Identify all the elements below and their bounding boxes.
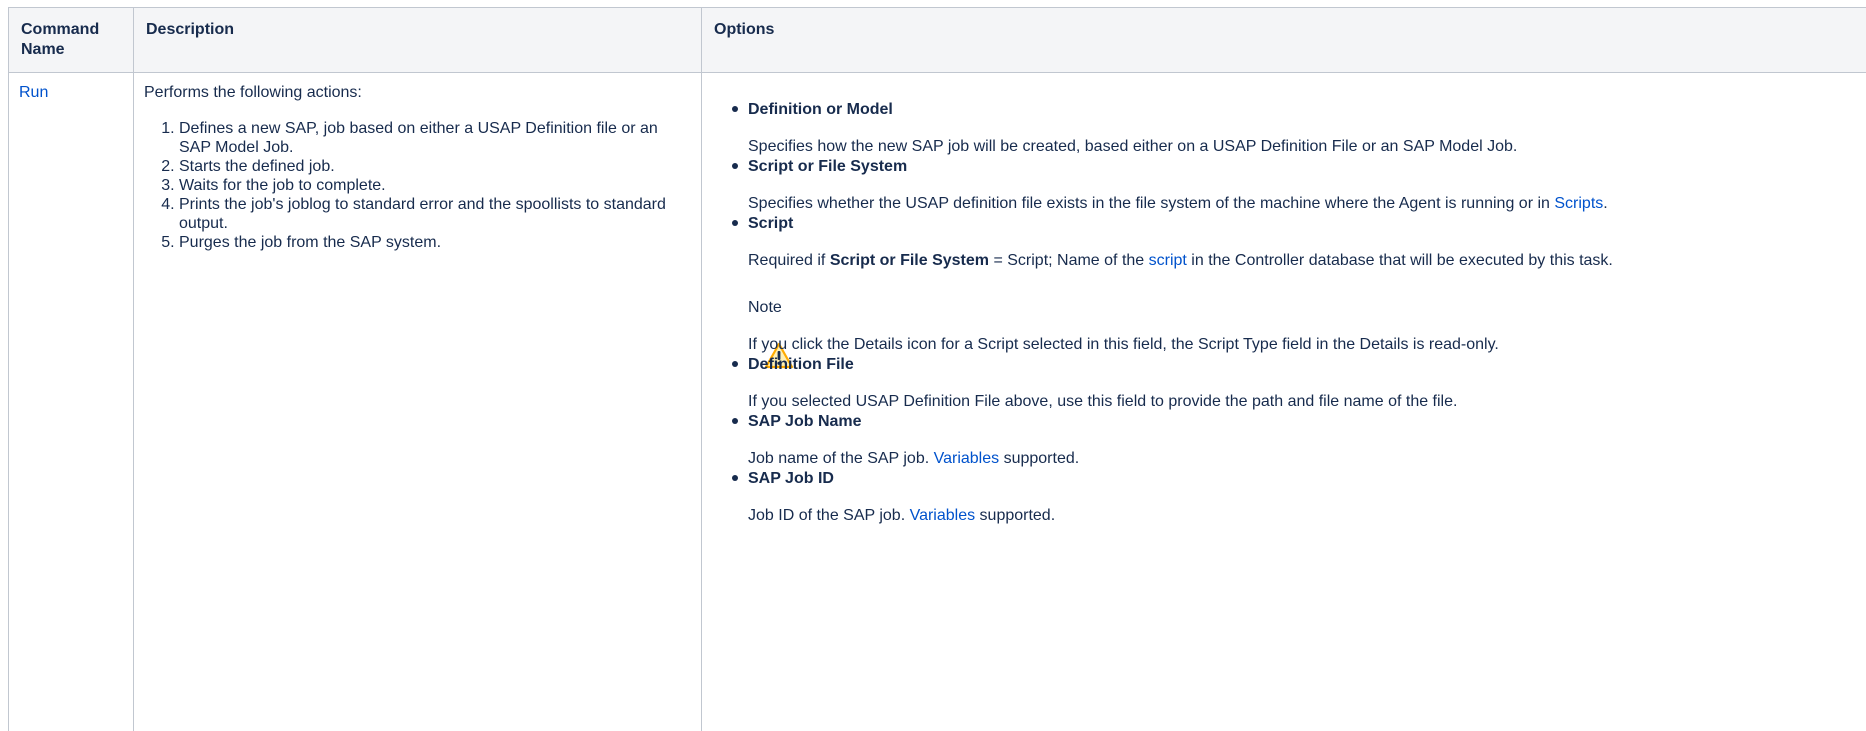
option-script: Script Required if Script or File System…	[714, 214, 1866, 369]
variables-link[interactable]: Variables	[934, 450, 1000, 467]
option-description: Job ID of the SAP job. Variables support…	[748, 506, 1866, 526]
option-title: Script or File System	[748, 158, 908, 175]
description-cell: Performs the following actions: Defines …	[133, 72, 702, 731]
option-text: Specifies whether the USAP definition fi…	[748, 195, 1555, 212]
option-definition-file: Definition File If you selected USAP Def…	[714, 355, 1866, 412]
option-title: SAP Job ID	[748, 470, 834, 487]
description-intro: Performs the following actions:	[144, 84, 362, 101]
option-bold-text: Script or File System	[829, 252, 989, 269]
table-header-row: Command Name Description Options	[8, 7, 1866, 73]
document-page: Command Name Description Options Run Per…	[0, 0, 1866, 731]
note-panel: Note If you click the Details icon for a…	[748, 298, 1866, 369]
option-description: Specifies whether the USAP definition fi…	[748, 194, 1866, 214]
step-item: Prints the job's joblog to standard erro…	[179, 195, 689, 233]
bullet-icon	[732, 361, 738, 367]
bullet-icon	[732, 475, 738, 481]
command-cell: Run	[8, 72, 134, 731]
header-description: Description	[133, 7, 702, 73]
option-sap-job-name: SAP Job Name Job name of the SAP job. Va…	[714, 412, 1866, 469]
option-text: = Script; Name of the	[989, 252, 1149, 269]
option-description: Required if Script or File System = Scri…	[748, 251, 1866, 271]
option-title: Definition or Model	[748, 101, 893, 118]
header-options: Options	[701, 7, 1866, 73]
bullet-icon	[732, 163, 738, 169]
step-item: Defines a new SAP, job based on either a…	[179, 119, 689, 157]
step-item: Purges the job from the SAP system.	[179, 233, 689, 252]
option-description: Job name of the SAP job. Variables suppo…	[748, 449, 1866, 469]
option-description: Specifies how the new SAP job will be cr…	[748, 138, 1518, 155]
header-command-name: Command Name	[8, 7, 134, 73]
variables-link[interactable]: Variables	[910, 507, 976, 524]
option-title: Script	[748, 215, 794, 232]
options-cell: Definition or Model Specifies how the ne…	[701, 72, 1866, 731]
command-run-link[interactable]: Run	[19, 84, 48, 101]
table-row: Run Performs the following actions: Defi…	[8, 72, 1866, 731]
steps-list: Defines a new SAP, job based on either a…	[144, 119, 689, 252]
options-list: Definition or Model Specifies how the ne…	[714, 100, 1866, 526]
bullet-icon	[732, 106, 738, 112]
bullet-icon	[732, 220, 738, 226]
option-script-or-file-system: Script or File System Specifies whether …	[714, 157, 1866, 214]
option-text: .	[1603, 195, 1608, 212]
option-text: supported.	[999, 450, 1080, 467]
option-text: supported.	[975, 507, 1056, 524]
commands-table: Command Name Description Options Run Per…	[8, 7, 1866, 731]
note-body: If you click the Details icon for a Scri…	[748, 335, 1866, 369]
option-text: Required if	[748, 252, 830, 269]
option-sap-job-id: SAP Job ID Job ID of the SAP job. Variab…	[714, 469, 1866, 526]
note-text: If you click the Details icon for a Scri…	[748, 336, 1499, 353]
bullet-icon	[732, 418, 738, 424]
option-title: SAP Job Name	[748, 413, 862, 430]
option-description: If you selected USAP Definition File abo…	[748, 393, 1458, 410]
step-item: Starts the defined job.	[179, 157, 689, 176]
option-text: in the Controller database that will be …	[1186, 252, 1613, 269]
option-title: Definition File	[748, 356, 854, 373]
option-text: Job ID of the SAP job.	[748, 507, 910, 524]
option-definition-or-model: Definition or Model Specifies how the ne…	[714, 100, 1866, 157]
note-title: Note	[748, 299, 782, 316]
script-link[interactable]: script	[1149, 252, 1187, 269]
step-item: Waits for the job to complete.	[179, 176, 689, 195]
option-text: Job name of the SAP job.	[748, 450, 934, 467]
scripts-link[interactable]: Scripts	[1554, 195, 1603, 212]
